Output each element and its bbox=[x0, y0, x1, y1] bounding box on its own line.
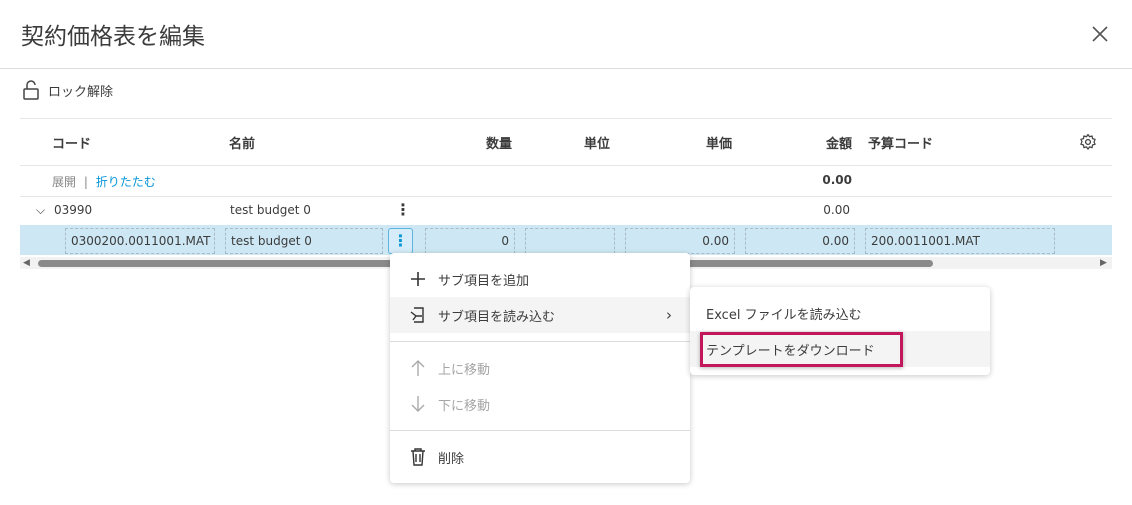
submenu-import-excel[interactable]: Excel ファイルを読み込む bbox=[690, 295, 990, 331]
gear-icon[interactable] bbox=[1079, 133, 1097, 151]
divider bbox=[20, 165, 1112, 166]
header-budget-code[interactable]: 予算コード bbox=[868, 133, 933, 152]
header-unit[interactable]: 単位 bbox=[584, 133, 610, 152]
collapse-link[interactable]: 折りたたむ bbox=[96, 175, 156, 189]
amount-input[interactable]: 0.00 bbox=[745, 228, 855, 254]
divider bbox=[390, 430, 690, 431]
menu-label: 上に移動 bbox=[438, 362, 491, 378]
dialog-title: 契約価格表を編集 bbox=[21, 24, 205, 50]
context-menu: サブ項目を追加 サブ項目を読み込む › 上に移動 下に移動 削除 bbox=[390, 253, 690, 483]
header-quantity[interactable]: 数量 bbox=[440, 133, 512, 152]
menu-add-sub-item[interactable]: サブ項目を追加 bbox=[390, 261, 690, 297]
plus-icon bbox=[411, 272, 425, 286]
import-icon bbox=[410, 307, 424, 323]
chevron-right-icon: › bbox=[666, 306, 672, 324]
scroll-right-icon[interactable]: ▶ bbox=[1100, 258, 1107, 268]
row-amount: 0.00 bbox=[823, 203, 850, 217]
unit-price-input[interactable]: 0.00 bbox=[625, 228, 735, 254]
divider bbox=[390, 341, 690, 342]
trash-icon bbox=[411, 448, 425, 466]
highlight-box bbox=[700, 332, 903, 367]
header-code[interactable]: コード bbox=[52, 133, 91, 152]
row-more-button[interactable]: ⋮ bbox=[388, 228, 413, 254]
menu-delete[interactable]: 削除 bbox=[390, 439, 690, 475]
name-input[interactable]: test budget 0 bbox=[225, 228, 383, 254]
header-unit-price[interactable]: 単価 bbox=[660, 133, 732, 152]
total-amount: 0.00 bbox=[822, 173, 852, 187]
menu-label: 下に移動 bbox=[438, 398, 491, 414]
divider bbox=[20, 118, 1112, 119]
arrow-up-icon bbox=[411, 360, 425, 376]
code-input[interactable]: 0300200.0011001.MAT bbox=[65, 228, 215, 254]
unlock-icon bbox=[23, 80, 39, 100]
row-name: test budget 0 bbox=[230, 203, 311, 217]
menu-label: サブ項目を追加 bbox=[438, 273, 530, 289]
menu-import-sub-item[interactable]: サブ項目を読み込む › bbox=[390, 297, 690, 333]
unit-input[interactable] bbox=[525, 228, 615, 254]
separator: | bbox=[83, 175, 88, 189]
divider bbox=[0, 68, 1132, 69]
import-submenu: Excel ファイルを読み込む テンプレートをダウンロード bbox=[690, 287, 990, 375]
header-name[interactable]: 名前 bbox=[229, 133, 255, 152]
chevron-down-icon[interactable]: ⌵ bbox=[36, 203, 45, 218]
row-code: 03990 bbox=[54, 203, 93, 217]
menu-label: サブ項目を読み込む bbox=[438, 309, 556, 325]
menu-label: 削除 bbox=[438, 451, 465, 467]
scroll-left-icon[interactable]: ◀ bbox=[23, 258, 30, 268]
header-amount[interactable]: 金額 bbox=[780, 133, 852, 152]
menu-move-down[interactable]: 下に移動 bbox=[390, 386, 690, 422]
quantity-input[interactable]: 0 bbox=[425, 228, 515, 254]
unlock-button[interactable]: ロック解除 bbox=[22, 80, 113, 100]
close-icon[interactable] bbox=[1088, 22, 1112, 46]
unlock-label: ロック解除 bbox=[48, 84, 114, 100]
menu-move-up[interactable]: 上に移動 bbox=[390, 350, 690, 386]
arrow-down-icon bbox=[411, 396, 425, 412]
expand-link[interactable]: 展開 bbox=[52, 175, 76, 189]
row-more-icon[interactable]: ⋮ bbox=[395, 200, 411, 219]
divider bbox=[20, 196, 1112, 197]
budget-code-input[interactable]: 200.0011001.MAT bbox=[865, 228, 1055, 254]
